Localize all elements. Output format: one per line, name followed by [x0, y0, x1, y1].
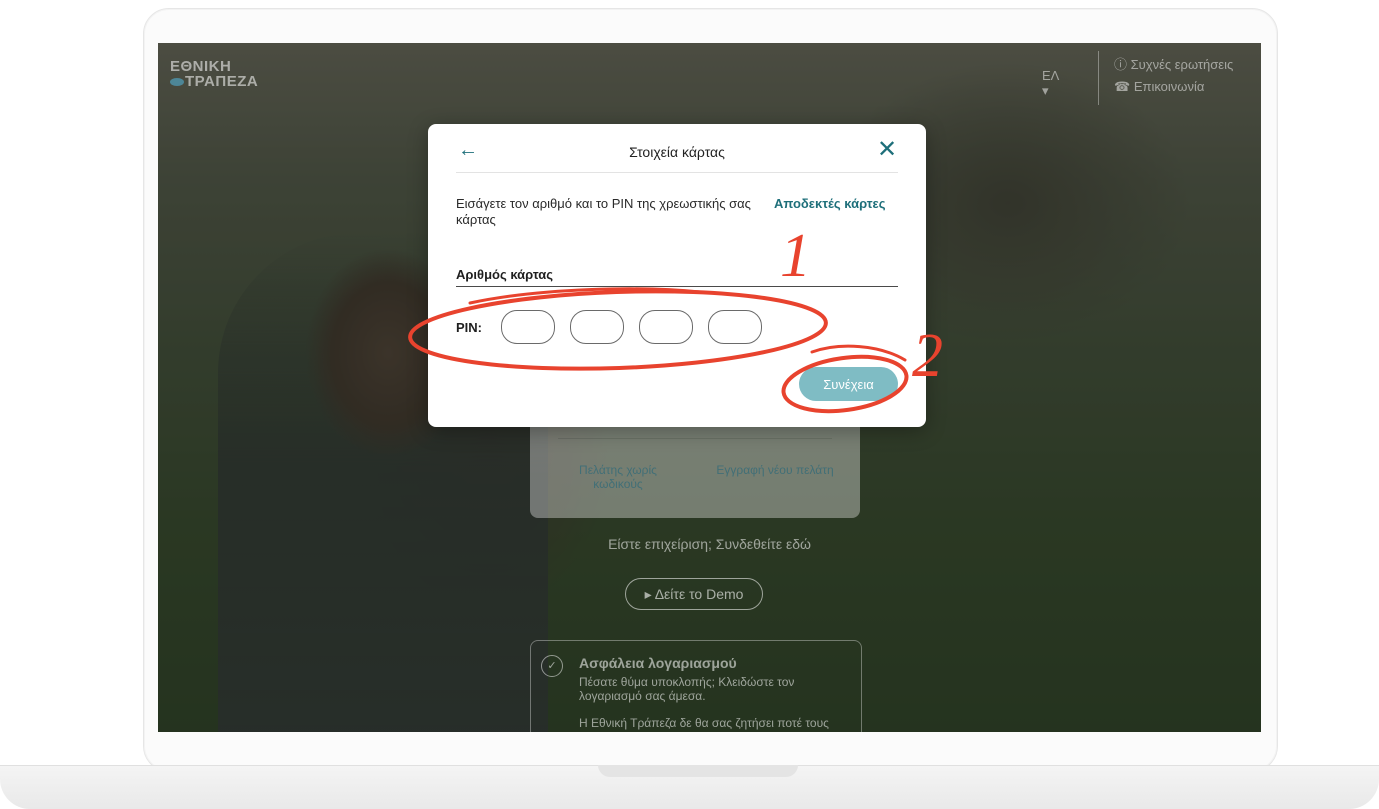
- continue-button[interactable]: Συνέχεια: [799, 367, 898, 401]
- language-selector[interactable]: ΕΛ ▾: [1042, 68, 1059, 99]
- security-text-2: Η Εθνική Τράπεζα δε θα σας ζητήσει ποτέ …: [579, 716, 829, 730]
- security-box: ✓ Ασφάλεια λογαριασμού Πέσατε θύμα υποκλ…: [530, 640, 862, 732]
- card-details-modal: ← Στοιχεία κάρτας ✕ Εισάγετε τον αριθμό …: [428, 124, 926, 427]
- faq-link[interactable]: ⓘ Συχνές ερωτήσεις: [1114, 54, 1233, 73]
- header-divider: [1098, 51, 1099, 105]
- faq-label: Συχνές ερωτήσεις: [1130, 57, 1234, 72]
- demo-button[interactable]: ▸ Δείτε το Demo: [625, 578, 763, 610]
- modal-divider: [456, 172, 898, 173]
- login-card: Πελάτης χωρίς κωδικούς Εγγραφή νέου πελά…: [530, 418, 860, 518]
- card-number-input[interactable]: [456, 286, 898, 287]
- shield-icon: ✓: [541, 655, 563, 677]
- card-divider: [558, 438, 832, 439]
- pin-label: PIN:: [456, 320, 482, 335]
- contact-link[interactable]: ☎ Επικοινωνία: [1114, 79, 1204, 95]
- bank-logo: ΕΘΝΙΚΗ ΤΡΑΠΕΖΑ: [170, 59, 258, 89]
- pin-digit-1[interactable]: [501, 310, 555, 344]
- no-codes-option[interactable]: Πελάτης χωρίς κωδικούς: [558, 463, 678, 491]
- phone-icon: ☎: [1114, 79, 1134, 94]
- business-login-link[interactable]: Είστε επιχείριση; Συνδεθείτε εδώ: [158, 536, 1261, 552]
- accepted-cards-link[interactable]: Αποδεκτές κάρτες: [774, 196, 885, 211]
- modal-title: Στοιχεία κάρτας: [629, 144, 725, 160]
- help-icon: ⓘ: [1114, 57, 1131, 72]
- laptop-notch: [598, 765, 798, 777]
- register-option[interactable]: Εγγραφή νέου πελάτη: [710, 463, 840, 477]
- card-number-label: Αριθμός κάρτας: [456, 267, 554, 282]
- instructions-text: Εισάγετε τον αριθμό και το PIN της χρεωσ…: [456, 196, 751, 227]
- pin-digit-2[interactable]: [570, 310, 624, 344]
- logo-mark-icon: [170, 78, 184, 86]
- pin-digit-4[interactable]: [708, 310, 762, 344]
- contact-label: Επικοινωνία: [1133, 79, 1205, 94]
- pin-digit-3[interactable]: [639, 310, 693, 344]
- close-icon[interactable]: ✕: [877, 135, 897, 164]
- brand-line2: ΤΡΑΠΕΖΑ: [185, 73, 259, 90]
- security-text: Πέσατε θύμα υποκλοπής; Κλειδώστε τον λογ…: [579, 675, 795, 703]
- brand-line1: ΕΘΝΙΚΗ: [170, 58, 232, 75]
- security-title: Ασφάλεια λογαριασμού: [579, 655, 737, 671]
